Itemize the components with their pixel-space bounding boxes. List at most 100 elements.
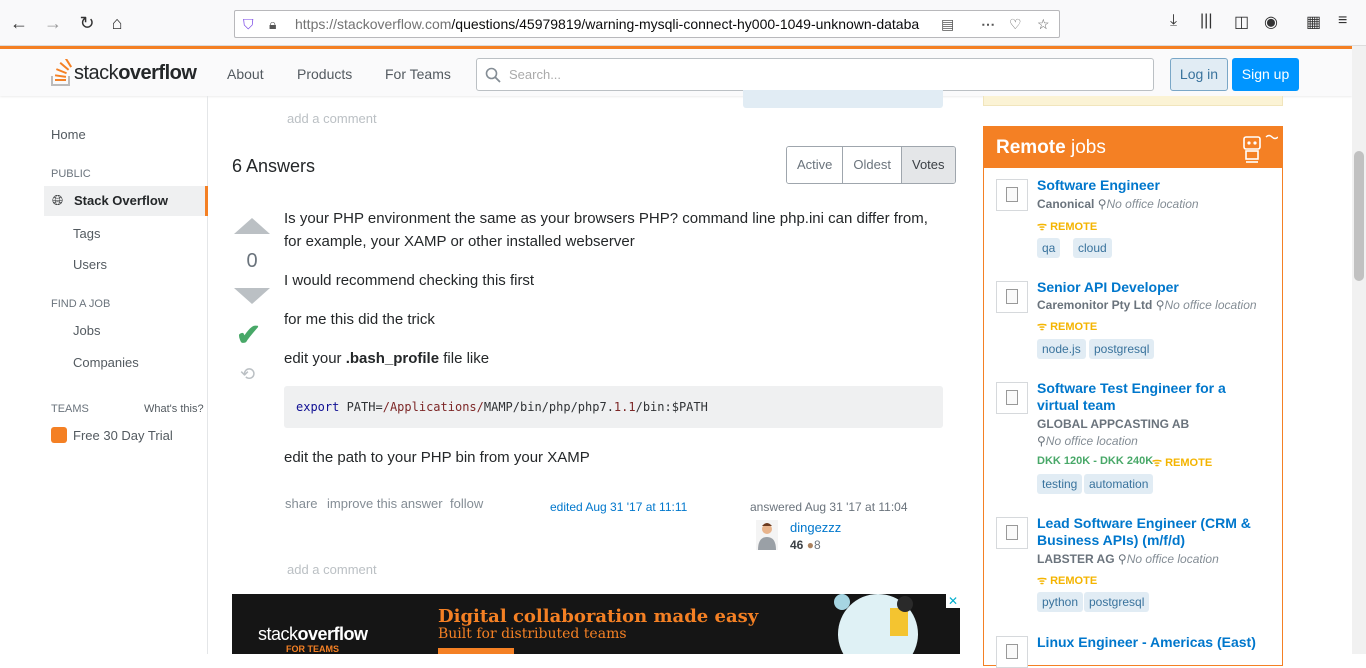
code-keyword: export [296, 400, 340, 414]
job-meta: Canonical ⚲No office location [1037, 197, 1199, 211]
job-tag[interactable]: qa [1037, 238, 1061, 258]
job-title[interactable]: Lead Software Engineer (CRM & Business A… [1037, 515, 1257, 549]
company-name: Caremonitor Pty Ltd [1037, 298, 1153, 312]
code-text: PATH= [339, 400, 383, 414]
user-reputation: 46 ●8 [790, 538, 821, 552]
library-icon[interactable]: ||| [1200, 12, 1212, 30]
pocket-icon[interactable]: ♡ [1009, 16, 1022, 33]
edited-timestamp[interactable]: edited Aug 31 '17 at 11:11 [550, 500, 687, 514]
remote-badge: ᯤ REMOTE [1152, 455, 1212, 470]
job-location: No office location [1164, 298, 1257, 312]
job-tag[interactable]: python [1037, 592, 1084, 612]
job-tag[interactable]: testing [1037, 474, 1083, 494]
company-name: GLOBAL APPCASTING AB [1037, 417, 1190, 431]
wifi-icon: ᯤ [1152, 457, 1163, 469]
job-title[interactable]: Software Engineer [1037, 177, 1257, 194]
job-meta: GLOBAL APPCASTING AB [1037, 417, 1189, 431]
stack-logo-icon [51, 59, 73, 86]
reader-view-icon[interactable]: ▤ [941, 16, 954, 33]
sidebar-item-jobs[interactable]: Jobs [73, 323, 100, 338]
extensions-icon[interactable]: ▦ [1306, 12, 1321, 32]
sidebar-item-users[interactable]: Users [73, 257, 107, 272]
home-icon[interactable]: ⌂ [106, 12, 128, 34]
edit-suffix: file like [439, 350, 490, 367]
url-host: https://stackoverflow.com [295, 16, 452, 32]
tab-votes[interactable]: Votes [901, 147, 955, 183]
bronze-badge-icon: ● [806, 538, 814, 552]
stackoverflow-logo[interactable]: stack overflow [50, 59, 197, 87]
tab-active[interactable]: Active [787, 147, 844, 183]
sidebar-teams-heading: TEAMS [51, 403, 89, 415]
code-block: export PATH=/Applications/MAMP/bin/php/p… [284, 386, 943, 428]
follow-link[interactable]: follow [450, 496, 483, 511]
scrollbar-thumb[interactable] [1354, 151, 1364, 281]
ad-cta-button[interactable] [438, 648, 514, 654]
search-icon [485, 67, 501, 83]
job-tag[interactable]: node.js [1037, 339, 1086, 359]
sidebar-item-label: Stack Overflow [74, 193, 168, 208]
job-title[interactable]: Linux Engineer - Americas (East) [1037, 634, 1257, 651]
improve-answer-link[interactable]: improve this answer [327, 496, 443, 511]
wifi-icon: ᯤ [1037, 575, 1048, 587]
job-location: No office location [1106, 197, 1199, 211]
search-placeholder: Search... [509, 67, 562, 82]
lock-icon[interactable]: 🔒︎ [269, 16, 276, 33]
tracking-shield-icon[interactable]: ⛉ [243, 16, 254, 33]
company-logo [996, 636, 1028, 668]
remote-label: REMOTE [1050, 321, 1098, 333]
job-title[interactable]: Software Test Engineer for a virtual tea… [1037, 380, 1257, 414]
community-bulletin-box [983, 96, 1283, 106]
job-tag[interactable]: automation [1084, 474, 1154, 494]
reload-icon[interactable]: ↻ [76, 12, 98, 34]
close-icon[interactable]: ✕ [946, 594, 960, 608]
teams-briefcase-icon [51, 427, 67, 443]
bronze-badge-count: 8 [813, 538, 821, 552]
job-location: No office location [1045, 434, 1138, 448]
job-title[interactable]: Senior API Developer [1037, 279, 1257, 296]
share-link[interactable]: share [285, 496, 318, 511]
address-bar[interactable]: ⛉ 🔒︎ https://stackoverflow.com/questions… [234, 10, 1060, 38]
add-comment-link[interactable]: add a comment [287, 111, 377, 126]
menu-icon[interactable]: ≡ [1338, 12, 1347, 30]
teams-advertisement[interactable]: stackoverflow FOR TEAMS Digital collabor… [232, 594, 960, 654]
nav-about[interactable]: About [227, 66, 264, 82]
login-button[interactable]: Log in [1170, 58, 1228, 91]
nav-for-teams[interactable]: For Teams [385, 66, 451, 82]
bookmark-star-icon[interactable]: ☆ [1037, 16, 1050, 33]
downvote-arrow-icon[interactable] [234, 288, 270, 304]
remote-label: REMOTE [1050, 575, 1098, 587]
sidebar-toggle-icon[interactable]: ◫ [1234, 12, 1249, 32]
sidebar-item-home[interactable]: Home [51, 127, 86, 142]
free-trial-link[interactable]: Free 30 Day Trial [73, 428, 173, 443]
job-tag[interactable]: postgresql [1084, 592, 1150, 612]
globe-icon: 🌐︎ [52, 192, 64, 208]
avatar[interactable] [756, 520, 778, 550]
url-text[interactable]: https://stackoverflow.com/questions/4597… [295, 16, 935, 32]
wifi-icon: ᯤ [1037, 221, 1048, 233]
nav-products[interactable]: Products [297, 66, 352, 82]
remote-badge: ᯤ REMOTE [1037, 573, 1097, 588]
answers-count-heading: 6 Answers [232, 156, 316, 176]
back-icon[interactable]: ← [8, 12, 30, 34]
tab-oldest[interactable]: Oldest [843, 147, 902, 183]
history-icon[interactable]: ⟲ [240, 364, 255, 385]
sidebar-item-companies[interactable]: Companies [73, 355, 139, 370]
page-actions-icon[interactable]: ⋯ [981, 16, 995, 33]
upvote-arrow-icon[interactable] [234, 218, 270, 234]
forward-icon[interactable]: → [42, 12, 64, 34]
job-tag[interactable]: cloud [1073, 238, 1112, 258]
search-input[interactable]: Search... [476, 58, 1154, 91]
sidebar-item-stack-overflow[interactable]: 🌐︎ Stack Overflow [44, 186, 208, 216]
account-icon[interactable]: ◉ [1264, 12, 1278, 32]
page-scrollbar[interactable] [1352, 46, 1366, 654]
ad-logo-light: stack [258, 624, 298, 644]
answer-paragraph: I would recommend checking this first [284, 272, 535, 289]
sidebar-item-tags[interactable]: Tags [73, 226, 100, 241]
remote-jobs-title[interactable]: Remote jobs [996, 137, 1106, 159]
downloads-icon[interactable]: ⤓ [1170, 12, 1177, 30]
add-comment-link[interactable]: add a comment [287, 562, 377, 577]
user-name-link[interactable]: dingezzz [790, 520, 841, 535]
job-tag[interactable]: postgresql [1089, 339, 1155, 359]
signup-button[interactable]: Sign up [1232, 58, 1299, 91]
whats-this-link[interactable]: What's this? [144, 403, 204, 415]
